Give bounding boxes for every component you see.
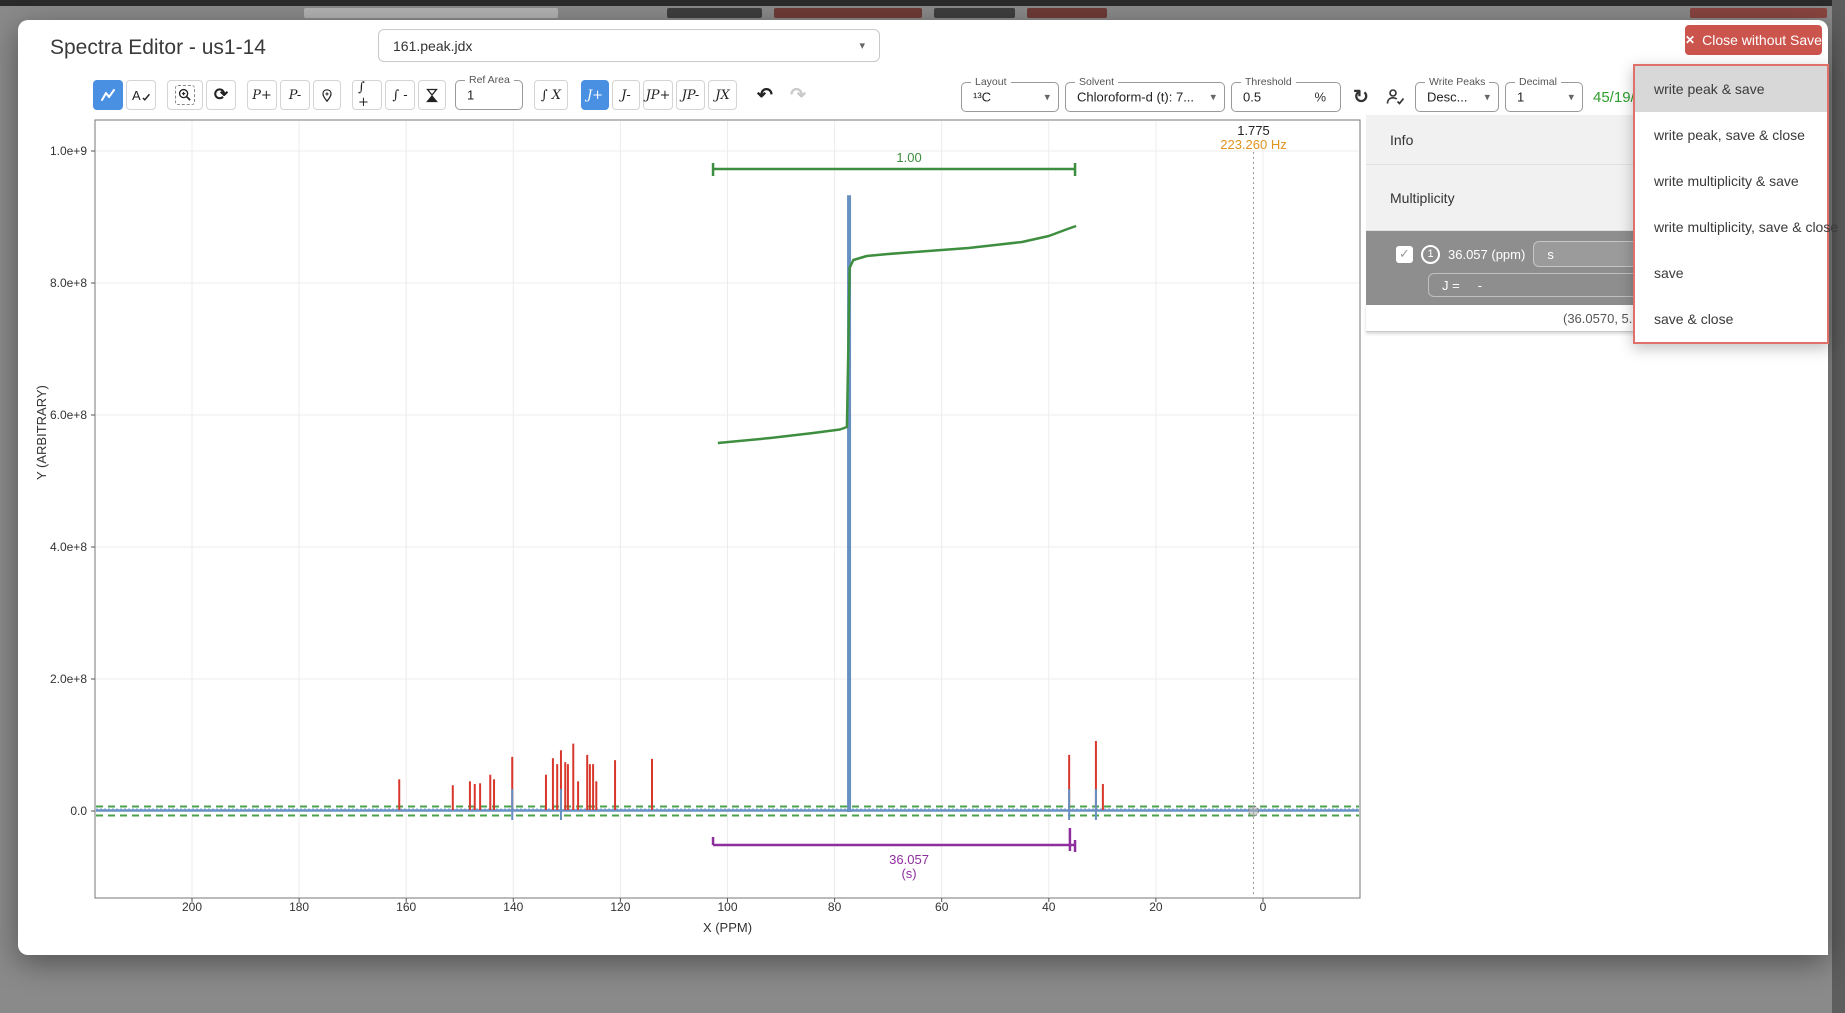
- svg-text:40: 40: [1042, 900, 1056, 914]
- letter-a-icon: A: [132, 88, 141, 103]
- multiplet-ppm: 36.057 (ppm): [1448, 247, 1525, 262]
- chevron-down-icon: ▾: [859, 39, 865, 52]
- svg-text:180: 180: [289, 900, 309, 914]
- decimal-value: 1: [1517, 90, 1524, 105]
- check-icon: ✓: [1399, 246, 1410, 262]
- close-button-label: Close without Save: [1702, 32, 1822, 48]
- nmr-spectrum-chart[interactable]: 2001801601401201008060402001.0e+98.0e+86…: [18, 102, 1366, 952]
- background-input: [304, 8, 558, 18]
- multiplicity-label: Multiplicity: [1390, 190, 1455, 206]
- menu-item-save-close[interactable]: save & close: [1635, 296, 1827, 342]
- threshold-label: Threshold: [1241, 76, 1296, 88]
- menu-item-write-multiplicity-save[interactable]: write multiplicity & save: [1635, 158, 1827, 204]
- multiplet-coords: (36.0570, 5.: [1563, 311, 1632, 326]
- chevron-down-icon: ▾: [1484, 91, 1490, 104]
- spectra-editor-dialog: Spectra Editor - us1-14 161.peak.jdx ▾ ✕…: [18, 20, 1828, 955]
- svg-text:60: 60: [935, 900, 949, 914]
- svg-text:4.0e+8: 4.0e+8: [50, 540, 87, 554]
- location-pin-plus-icon: [320, 88, 334, 103]
- svg-text:200: 200: [182, 900, 202, 914]
- svg-text:120: 120: [610, 900, 630, 914]
- pulse-line-icon: [100, 87, 116, 103]
- cursor-marker: [1248, 806, 1258, 816]
- svg-text:6.0e+8: 6.0e+8: [50, 408, 87, 422]
- menu-item-write-multiplicity-save-close[interactable]: write multiplicity, save & close: [1635, 204, 1827, 250]
- magnifier-plus-icon: [178, 88, 192, 102]
- svg-text:1.775: 1.775: [1237, 123, 1270, 138]
- auto-peak-button[interactable]: [1381, 82, 1409, 112]
- write-peaks-value: Desc...: [1427, 90, 1467, 105]
- svg-text:100: 100: [717, 900, 737, 914]
- background-button: [1690, 8, 1827, 18]
- background-button: [667, 8, 762, 18]
- svg-text:20: 20: [1149, 900, 1163, 914]
- background-topbar: [0, 0, 1845, 6]
- svg-text:36.057: 36.057: [889, 852, 929, 867]
- svg-text:223.260 Hz: 223.260 Hz: [1220, 137, 1287, 152]
- write-peaks-select[interactable]: Write Peaks Desc... ▾: [1415, 82, 1499, 112]
- decimal-select[interactable]: Decimal 1 ▾: [1505, 82, 1583, 112]
- write-peaks-label: Write Peaks: [1425, 76, 1489, 88]
- j-value: -: [1478, 278, 1482, 293]
- dialog-title: Spectra Editor - us1-14: [50, 36, 266, 60]
- menu-item-write-peak-save[interactable]: write peak & save: [1635, 66, 1827, 112]
- svg-text:80: 80: [828, 900, 842, 914]
- svg-text:1.00: 1.00: [896, 150, 921, 165]
- svg-text:X (PPM): X (PPM): [703, 920, 752, 935]
- svg-text:(s): (s): [901, 866, 916, 881]
- solvent-label: Solvent: [1075, 76, 1118, 88]
- hourglass-icon: [426, 88, 438, 103]
- close-icon: ✕: [1685, 33, 1695, 47]
- background-button: [774, 8, 922, 18]
- svg-text:160: 160: [396, 900, 416, 914]
- svg-text:0: 0: [1260, 900, 1267, 914]
- person-check-icon: [1385, 88, 1405, 106]
- svg-text:8.0e+8: 8.0e+8: [50, 276, 87, 290]
- chevron-down-icon: ▾: [1568, 91, 1574, 104]
- background-scrollbar: [1832, 0, 1845, 1013]
- file-select-value: 161.peak.jdx: [393, 38, 859, 54]
- check-icon: [142, 93, 150, 102]
- svg-text:0.0: 0.0: [70, 804, 87, 818]
- multiplet-index-badge: 1: [1421, 245, 1440, 264]
- menu-item-write-peak-save-close[interactable]: write peak, save & close: [1635, 112, 1827, 158]
- j-label: J =: [1442, 278, 1460, 293]
- svg-text:1.0e+9: 1.0e+9: [50, 144, 87, 158]
- layout-label: Layout: [971, 76, 1011, 88]
- ref-area-value: 1: [467, 88, 474, 103]
- close-without-save-button[interactable]: ✕ Close without Save: [1685, 25, 1822, 55]
- svg-text:140: 140: [503, 900, 523, 914]
- background-button: [1027, 8, 1107, 18]
- menu-item-save[interactable]: save: [1635, 250, 1827, 296]
- save-options-menu: write peak & savewrite peak, save & clos…: [1633, 64, 1829, 344]
- background-button: [934, 8, 1015, 18]
- multiplet-checkbox[interactable]: ✓: [1396, 246, 1413, 263]
- info-label: Info: [1390, 132, 1413, 148]
- svg-text:2.0e+8: 2.0e+8: [50, 672, 87, 686]
- file-select[interactable]: 161.peak.jdx ▾: [378, 29, 880, 62]
- decimal-label: Decimal: [1515, 76, 1561, 88]
- ref-area-label: Ref Area: [465, 74, 514, 86]
